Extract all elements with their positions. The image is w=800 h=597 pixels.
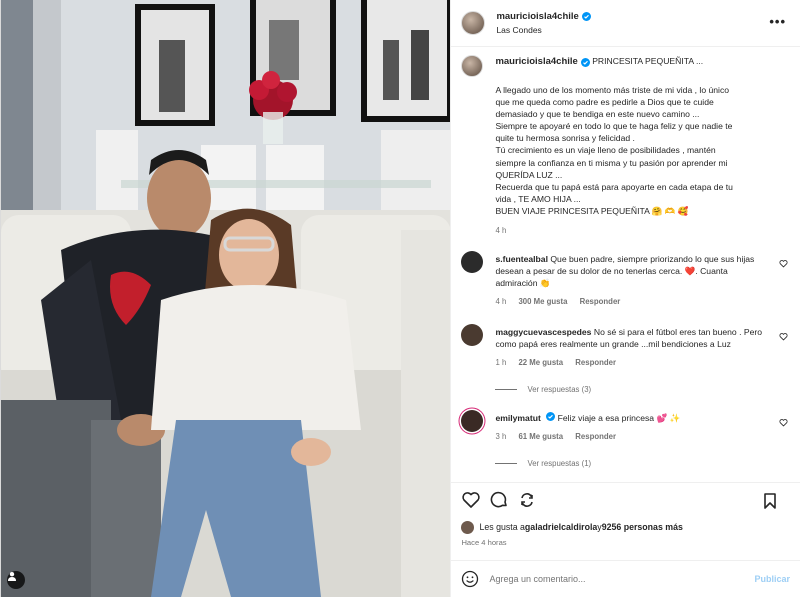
comment-text: Feliz viaje a esa princesa 💕 ✨ [557,413,681,424]
like-comment-heart-icon[interactable] [779,259,788,268]
liker-username[interactable]: galadrielcaldirola [525,522,597,532]
comment-time: 1 h [495,358,507,368]
emoji-icon[interactable] [461,570,479,588]
caption-time: 4 h [495,226,507,236]
verified-badge-icon [581,12,591,21]
commenter-avatar[interactable] [461,324,484,347]
author-avatar[interactable] [461,11,486,35]
comment-input[interactable] [489,574,755,584]
like-comment-heart-icon[interactable] [779,418,788,427]
comments-list[interactable]: mauricioisla4chile PRINCESITA PEQUEÑITA … [451,47,800,482]
liker-avatar[interactable] [461,520,475,534]
commenter-username[interactable]: emilymatut [495,413,540,423]
more-horizontal-icon[interactable]: ••• [769,15,786,28]
add-comment-bar: Publicar [451,560,800,597]
post-actions [451,482,800,516]
verified-badge-icon [546,412,556,422]
post-comment-button[interactable]: Publicar [754,574,790,584]
comment-item: emilymatut Feliz viaje a esa princesa 💕 … [461,410,790,443]
share-icon[interactable] [517,490,537,510]
commenter-avatar[interactable] [461,251,484,274]
caption-author-avatar[interactable] [461,55,484,77]
caption-username[interactable]: mauricioisla4chile [495,56,577,68]
post-photo[interactable] [1,0,451,597]
commenter-avatar[interactable] [461,410,484,433]
view-replies-button[interactable]: Ver respuestas (3) [495,385,790,394]
user-icon [8,572,16,581]
comment-time: 3 h [495,432,507,442]
post-side-panel: mauricioisla4chile Las Condes ••• mauric… [450,0,800,597]
view-replies-button[interactable]: Ver respuestas (1) [495,459,790,468]
reply-button[interactable]: Responder [575,358,616,367]
comment-likes[interactable]: 300 Me gusta [518,297,567,306]
post-header: mauricioisla4chile Las Condes ••• [451,0,800,47]
post-time: Hace 4 horas [461,538,507,547]
bookmark-icon[interactable] [760,491,780,511]
caption-text: A llegado uno de los momento más triste … [495,85,733,216]
post-dialog: mauricioisla4chile Las Condes ••• mauric… [0,0,800,597]
post-caption: mauricioisla4chile PRINCESITA PEQUEÑITA … [461,55,790,235]
likes-prefix: Les gusta a [479,522,525,532]
heart-icon[interactable] [461,490,481,510]
comment-icon[interactable] [489,490,509,510]
comment-time: 4 h [495,297,507,307]
reply-button[interactable]: Responder [580,297,621,306]
commenter-username[interactable]: s.fuentealbal [495,254,548,264]
comment-likes[interactable]: 22 Me gusta [518,358,563,367]
comment-item: maggycuevascespedes No sé si para el fút… [461,324,790,369]
likes-summary: Les gusta a galadrielcaldirola y 9256 pe… [451,516,800,538]
caption-title: PRINCESITA PEQUEÑITA ... [592,56,704,66]
reply-button[interactable]: Responder [575,432,616,441]
post-location[interactable]: Las Condes [496,25,590,35]
commenter-username[interactable]: maggycuevascespedes [495,327,591,337]
comment-likes[interactable]: 61 Me gusta [518,432,563,441]
like-comment-heart-icon[interactable] [779,332,788,341]
tagged-users-button[interactable] [7,571,25,589]
likes-count[interactable]: 9256 personas más [602,522,683,532]
author-username[interactable]: mauricioisla4chile [496,11,578,22]
photo-illustration [1,0,451,597]
comment-item: s.fuentealbal Que buen padre, siempre pr… [461,251,790,308]
verified-badge-icon [580,57,590,67]
